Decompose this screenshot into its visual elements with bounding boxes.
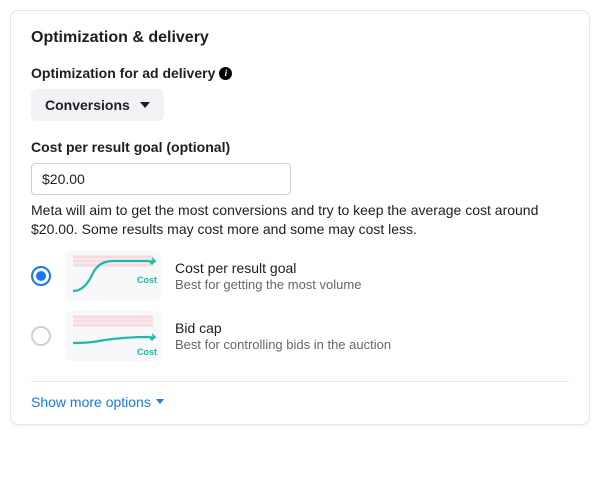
strategy-subtitle: Best for controlling bids in the auction	[175, 337, 391, 352]
divider	[31, 381, 569, 382]
radio-button[interactable]	[31, 326, 51, 346]
thumb-cost-label: Cost	[137, 347, 157, 357]
show-more-label: Show more options	[31, 394, 151, 410]
optimization-selected-value: Conversions	[45, 97, 130, 113]
strategy-title: Cost per result goal	[175, 260, 361, 276]
radio-selected-dot	[36, 271, 46, 281]
cost-goal-input[interactable]	[31, 163, 291, 195]
strategy-subtitle: Best for getting the most volume	[175, 277, 361, 292]
optimization-label: Optimization for ad delivery i	[31, 65, 569, 81]
thumb-cost-label: Cost	[137, 275, 157, 285]
optimization-label-text: Optimization for ad delivery	[31, 65, 215, 81]
cost-goal-helper: Meta will aim to get the most conversion…	[31, 201, 569, 239]
cost-goal-label: Cost per result goal (optional)	[31, 139, 569, 155]
cost-per-result-thumbnail: Cost	[65, 251, 161, 301]
strategy-text: Cost per result goal Best for getting th…	[175, 260, 361, 292]
chevron-down-icon	[156, 399, 164, 404]
chevron-down-icon	[140, 102, 150, 108]
radio-button[interactable]	[31, 266, 51, 286]
strategy-option-bid-cap[interactable]: Cost Bid cap Best for controlling bids i…	[31, 311, 569, 361]
info-icon[interactable]: i	[219, 67, 232, 80]
bid-cap-thumbnail: Cost	[65, 311, 161, 361]
show-more-options-link[interactable]: Show more options	[31, 394, 164, 410]
optimization-delivery-card: Optimization & delivery Optimization for…	[10, 10, 590, 425]
section-title: Optimization & delivery	[31, 29, 569, 47]
strategy-text: Bid cap Best for controlling bids in the…	[175, 320, 391, 352]
optimization-dropdown[interactable]: Conversions	[31, 89, 164, 121]
strategy-title: Bid cap	[175, 320, 391, 336]
strategy-option-cost-per-result[interactable]: Cost Cost per result goal Best for getti…	[31, 251, 569, 301]
